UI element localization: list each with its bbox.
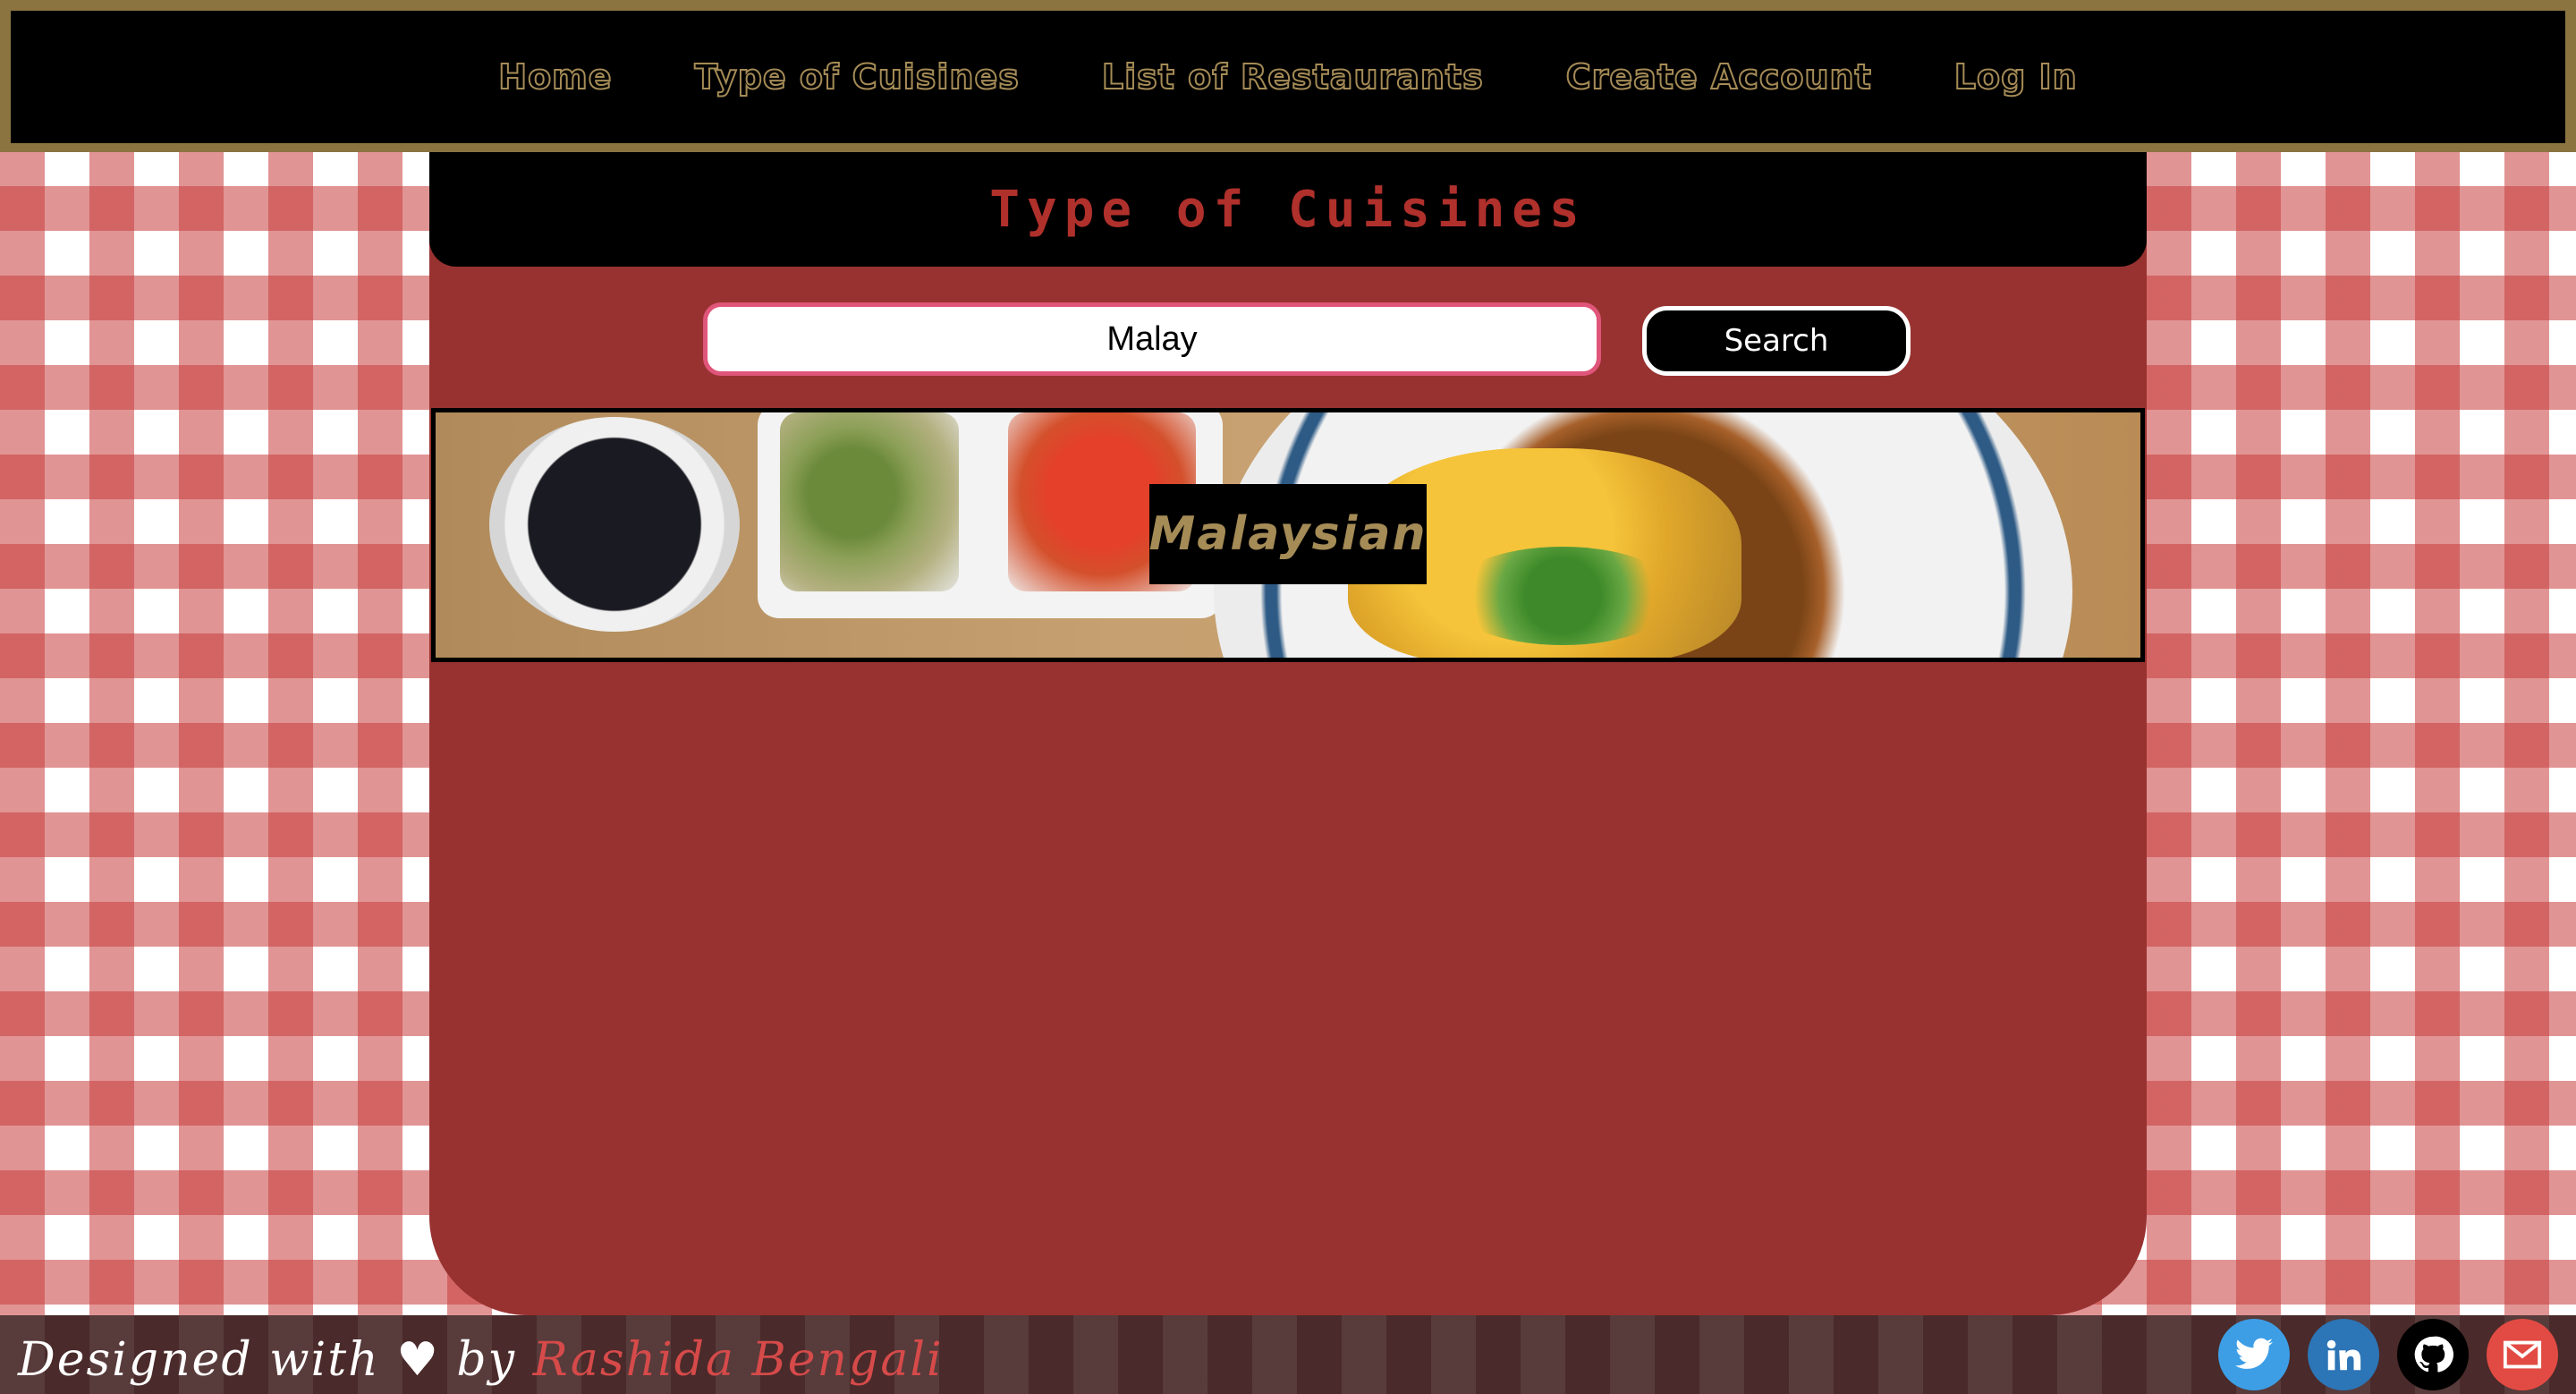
github-icon[interactable] [2397, 1319, 2469, 1390]
credit-prefix: Designed with [18, 1333, 380, 1387]
linkedin-icon[interactable] [2308, 1319, 2379, 1390]
twitter-icon[interactable] [2218, 1319, 2290, 1390]
nav-links: Home Type of Cuisines List of Restaurant… [497, 56, 2078, 98]
top-navbar: Home Type of Cuisines List of Restaurant… [0, 0, 2576, 152]
social-icons [2218, 1315, 2558, 1394]
credit-by: by [456, 1333, 517, 1387]
page-header: Type of Cuisines [429, 152, 2147, 267]
email-icon[interactable] [2487, 1319, 2558, 1390]
nav-link-list-of-restaurants[interactable]: List of Restaurants [1101, 56, 1484, 98]
search-input[interactable] [703, 302, 1601, 376]
search-button[interactable]: Search [1642, 306, 1911, 376]
nav-link-home[interactable]: Home [497, 56, 612, 98]
nav-link-log-in[interactable]: Log In [1953, 56, 2078, 98]
main-panel: Type of Cuisines Search Malaysian [429, 152, 2147, 1315]
author-name: Rashida Bengali [532, 1333, 944, 1387]
footer-credit: Designed with ♥ by Rashida Bengali [18, 1333, 944, 1387]
heart-icon: ♥ [396, 1333, 440, 1387]
cuisine-label-box: Malaysian [1149, 484, 1427, 584]
cuisine-photo-vegetables [780, 412, 959, 591]
nav-link-create-account[interactable]: Create Account [1565, 56, 1872, 98]
cuisine-photo-sauce-bowl [489, 417, 740, 632]
page-title: Type of Cuisines [989, 180, 1587, 239]
cuisine-label: Malaysian [1148, 507, 1428, 561]
search-row: Search [429, 302, 2147, 376]
nav-link-type-of-cuisines[interactable]: Type of Cuisines [694, 56, 1020, 98]
footer: Designed with ♥ by Rashida Bengali [0, 1315, 2576, 1394]
cuisine-photo-greens [1446, 547, 1679, 645]
cuisine-card-malaysian[interactable]: Malaysian [431, 408, 2145, 662]
